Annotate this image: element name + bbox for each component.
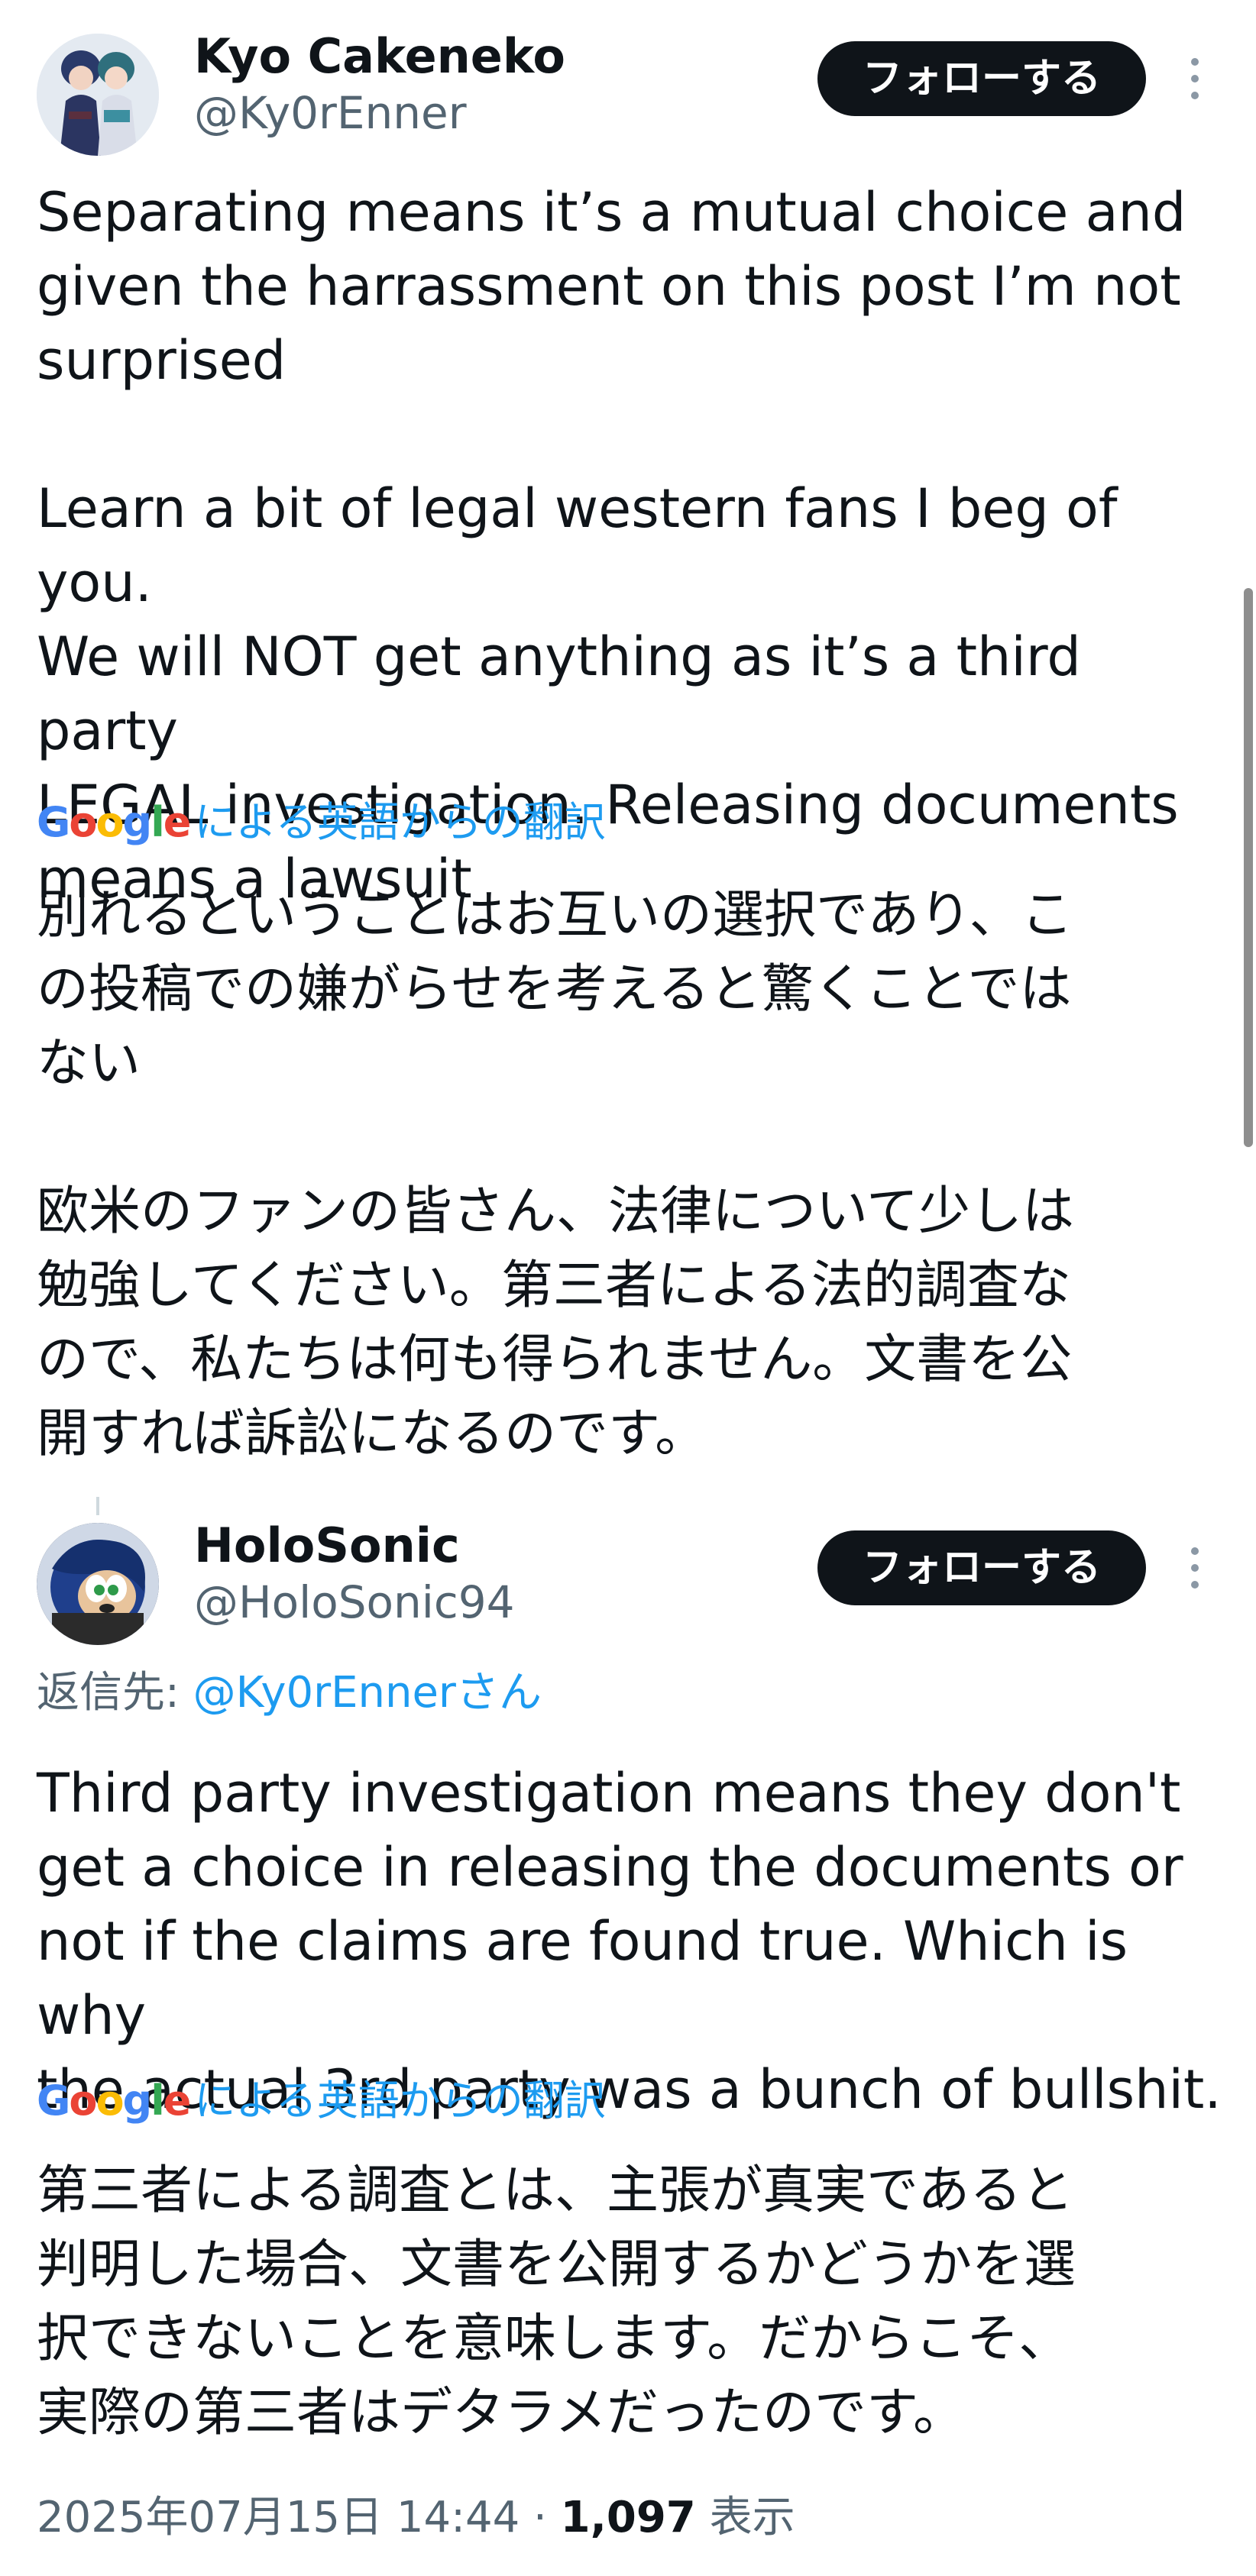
translation-label: による英語からの翻訳 xyxy=(194,2077,606,2125)
translation-label: による英語からの翻訳 xyxy=(194,798,606,846)
meta-separator: · xyxy=(520,2493,561,2542)
avatar-image xyxy=(37,34,159,156)
translation-attribution[interactable]: Google による英語からの翻訳 xyxy=(37,796,606,849)
author-handle[interactable]: @HoloSonic94 xyxy=(194,1576,515,1628)
translated-text: 別れるということはお互いの選択であり、こ の投稿での嫌がらせを考えると驚くことで… xyxy=(37,885,1074,1464)
thread-connector xyxy=(96,1497,99,1515)
tweet-text: Third party investigation means they don… xyxy=(37,1762,1222,2121)
avatar[interactable] xyxy=(37,1523,159,1645)
author-name[interactable]: Kyo Cakeneko xyxy=(194,29,565,84)
reply-prefix: 返信先: xyxy=(37,1668,193,1718)
views-count: 1,097 xyxy=(560,2493,696,2542)
author-handle[interactable]: @Ky0rEnner xyxy=(194,87,467,139)
avatar[interactable] xyxy=(37,34,159,156)
google-logo: Google xyxy=(37,2077,191,2125)
translation-attribution[interactable]: Google による英語からの翻訳 xyxy=(37,2074,606,2128)
follow-button[interactable]: フォローする xyxy=(817,41,1146,116)
reply-to: 返信先: @Ky0rEnnerさん xyxy=(37,1666,542,1720)
timestamp-link[interactable]: 2025年07月15日 14:44 xyxy=(37,2493,520,2542)
google-logo: Google xyxy=(37,798,191,846)
reply-mention-link[interactable]: @Ky0rEnnerさん xyxy=(193,1668,542,1718)
tweet-meta: 2025年07月15日 14:44 · 1,097 表示 xyxy=(37,2491,795,2545)
avatar-image xyxy=(37,1523,159,1645)
more-options-icon[interactable] xyxy=(1177,52,1213,105)
translated-text: 第三者による調査とは、主張が真実であると 判明した場合、文書を公開するかどうかを… xyxy=(37,2161,1076,2443)
more-options-icon[interactable] xyxy=(1177,1541,1213,1595)
views-label: 表示 xyxy=(695,2493,795,2542)
follow-button[interactable]: フォローする xyxy=(817,1530,1146,1605)
scrollbar[interactable] xyxy=(1244,588,1253,1147)
author-name[interactable]: HoloSonic xyxy=(194,1518,460,1573)
